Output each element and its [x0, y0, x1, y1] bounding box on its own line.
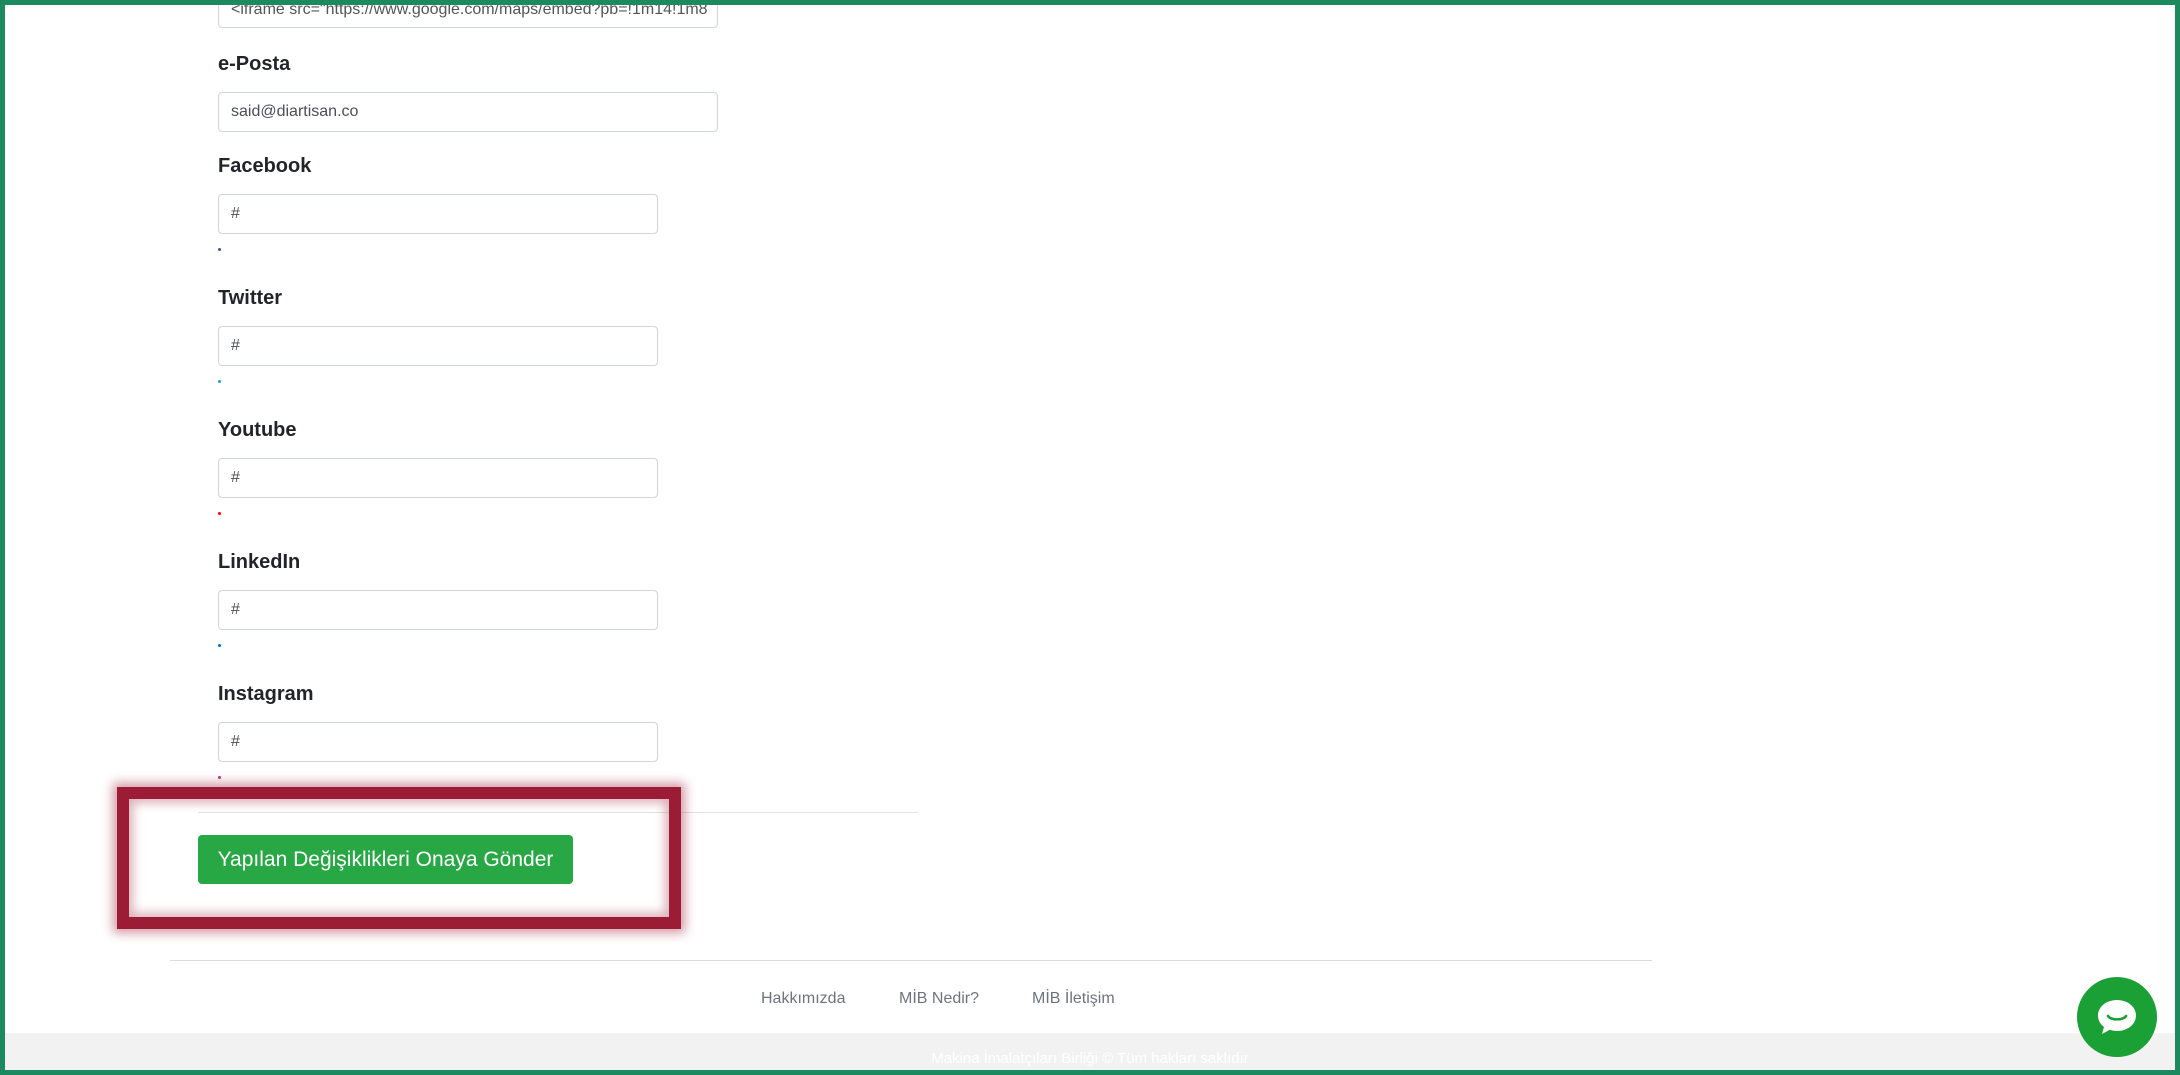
twitter-label: Twitter: [218, 287, 283, 309]
instagram-label: Instagram: [218, 683, 314, 705]
submit-changes-button[interactable]: Yapılan Değişiklikleri Onaya Gönder: [198, 835, 573, 884]
chat-button[interactable]: [2077, 977, 2157, 1057]
footer-link-what-is-mib[interactable]: MİB Nedir?: [899, 990, 979, 1008]
email-field[interactable]: said@diartisan.co: [218, 92, 718, 132]
linkedin-field[interactable]: #: [218, 590, 658, 630]
facebook-dot: [218, 248, 221, 251]
email-label: e-Posta: [218, 53, 291, 75]
footer-link-about[interactable]: Hakkımızda: [761, 990, 845, 1008]
twitter-dot: [218, 380, 221, 383]
facebook-label: Facebook: [218, 155, 312, 177]
youtube-dot: [218, 512, 221, 515]
footer-link-contact[interactable]: MİB İletişim: [1032, 990, 1115, 1008]
map-embed-field[interactable]: <iframe src="https://www.google.com/maps…: [218, 0, 718, 28]
instagram-field[interactable]: #: [218, 722, 658, 762]
youtube-field[interactable]: #: [218, 458, 658, 498]
linkedin-label: LinkedIn: [218, 551, 301, 573]
twitter-field[interactable]: #: [218, 326, 658, 366]
copyright-text: Makina İmalatçıları Birliği © Tüm haklar…: [931, 1050, 1249, 1067]
linkedin-dot: [218, 644, 221, 647]
chat-bubble-icon: [2098, 1000, 2136, 1034]
instagram-dot: [218, 776, 221, 779]
facebook-field[interactable]: #: [218, 194, 658, 234]
youtube-label: Youtube: [218, 419, 297, 441]
footer-divider: [170, 960, 1652, 961]
